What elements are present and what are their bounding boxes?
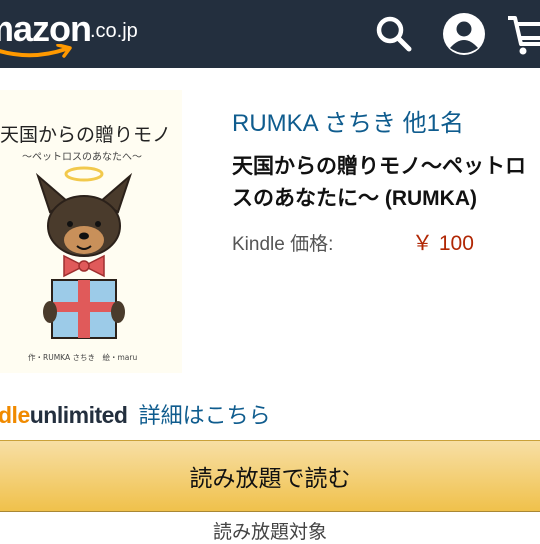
cover-title: 天国からの贈りモノ bbox=[0, 124, 172, 146]
read-button-label: 読み放題で読む bbox=[189, 465, 351, 491]
price-value: ￥ 100 bbox=[412, 232, 474, 255]
search-icon[interactable] bbox=[374, 14, 414, 54]
book-cover-image[interactable]: 天国からの贈りモノ 〜ペットロスのあなたへ〜 作・RUMKA さちき 絵・mar… bbox=[0, 90, 182, 373]
logo-domain: .co.jp bbox=[90, 20, 138, 42]
account-icon[interactable] bbox=[442, 12, 486, 56]
price-label: Kindle 価格: bbox=[232, 234, 334, 255]
cover-credits: 作・RUMKA さちき 絵・maru bbox=[28, 353, 138, 362]
cart-icon[interactable] bbox=[506, 12, 540, 56]
logo-smile-icon bbox=[0, 44, 72, 58]
kindle-unlimited-row: dleunlimited 詳細はこちら bbox=[0, 398, 271, 432]
top-nav-bar: mazon .co.jp bbox=[0, 0, 540, 68]
cover-subtitle: 〜ペットロスのあなたへ〜 bbox=[22, 152, 142, 163]
details-link[interactable]: 詳細はこちら bbox=[139, 403, 271, 428]
kindle-unlimited-logo-unlimited: unlimited bbox=[29, 402, 128, 428]
read-with-unlimited-button[interactable]: 読み放題で読む bbox=[0, 440, 540, 512]
dog-with-gift-illustration bbox=[35, 166, 133, 339]
author-link[interactable]: RUMKA さちき 他1名 bbox=[232, 103, 464, 138]
kindle-unlimited-logo-kindle: dle bbox=[0, 402, 30, 428]
book-title: 天国からの贈りモノ〜ペットロスのあなたに〜 (RUMKA) bbox=[232, 155, 526, 210]
